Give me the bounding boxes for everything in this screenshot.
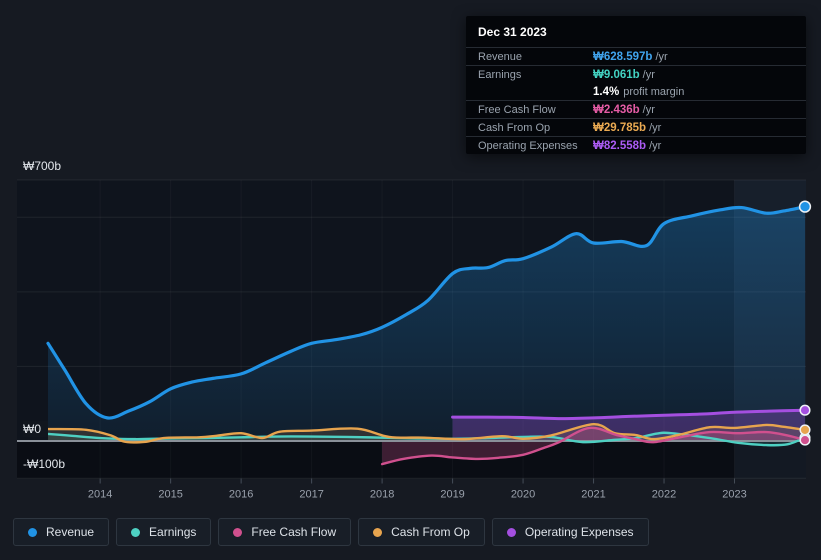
tooltip-profit-margin-value: 1.4% [593,86,620,98]
operating-expenses-endpoint-dot [799,404,811,416]
x-axis-label-2014: 2014 [88,489,112,501]
y-axis-label-neg100b: -₩100b [23,457,66,471]
tooltip-date: Dec 31 2023 [466,16,806,48]
chart-legend: Revenue Earnings Free Cash Flow Cash Fro… [13,518,649,546]
legend-label-earnings: Earnings [149,525,197,539]
legend-item-operating-expenses[interactable]: Operating Expenses [491,518,649,546]
tooltip-label-free-cash-flow: Free Cash Flow [478,104,556,116]
x-axis-label-2020: 2020 [511,489,535,501]
legend-label-operating-expenses: Operating Expenses [524,525,634,539]
tooltip-unit-operating-expenses: /yr [649,140,662,152]
tooltip-row-earnings: Earnings ₩9.061b /yr 1.4% profit margin [466,65,806,100]
tooltip-unit-revenue: /yr [655,51,668,63]
free-cash-flow-dot-icon [233,527,243,537]
x-axis-label-2018: 2018 [370,489,394,501]
revenue-endpoint-dot [798,200,812,213]
y-axis-label-700b: ₩700b [23,159,62,173]
x-axis-label-2021: 2021 [581,489,605,501]
tooltip-unit-cash-from-op: /yr [649,122,662,134]
chart-tooltip: Dec 31 2023 Revenue ₩628.597b /yr Earnin… [466,16,806,154]
y-axis-label-zero: ₩0 [23,421,48,437]
legend-label-cash-from-op: Cash From Op [391,525,470,539]
financials-history-panel: 2014 2015 2016 2017 2018 2019 2020 2021 2022 2023… [0,0,821,560]
legend-label-revenue: Revenue [46,525,95,539]
tooltip-value-cash-from-op: ₩29.785b [593,122,647,134]
x-axis-label-2016: 2016 [229,489,253,501]
tooltip-unit-earnings: /yr [642,69,655,81]
tooltip-unit-free-cash-flow: /yr [642,104,655,116]
x-axis-label-2023: 2023 [722,489,746,501]
legend-label-free-cash-flow: Free Cash Flow [251,525,337,539]
tooltip-profit-margin-text: profit margin [623,86,685,98]
x-axis-label-2015: 2015 [158,489,182,501]
x-axis-label-2019: 2019 [440,489,464,501]
tooltip-value-free-cash-flow: ₩2.436b [593,104,640,116]
cash-from-op-dot-icon [373,527,383,537]
tooltip-label-earnings: Earnings [478,69,522,81]
legend-item-earnings[interactable]: Earnings [116,518,212,546]
cash-from-op-endpoint-dot [799,424,811,436]
tooltip-label-operating-expenses: Operating Expenses [478,140,578,152]
earnings-dot-icon [131,527,141,537]
tooltip-row-operating-expenses: Operating Expenses ₩82.558b /yr [466,136,806,154]
tooltip-label-revenue: Revenue [478,51,523,63]
revenue-dot-icon [28,527,37,537]
tooltip-value-operating-expenses: ₩82.558b [593,140,647,152]
tooltip-row-cash-from-op: Cash From Op ₩29.785b /yr [466,118,806,136]
tooltip-value-revenue: ₩628.597b [593,51,653,63]
tooltip-row-revenue: Revenue ₩628.597b /yr [466,48,806,65]
x-axis-label-2017: 2017 [299,489,323,501]
legend-item-revenue[interactable]: Revenue [13,518,110,546]
tooltip-value-earnings: ₩9.061b [593,69,640,81]
x-axis-label-2022: 2022 [652,489,676,501]
operating-expenses-dot-icon [506,527,516,537]
legend-item-free-cash-flow[interactable]: Free Cash Flow [218,518,352,546]
free-cash-flow-endpoint-dot [799,434,811,446]
legend-item-cash-from-op[interactable]: Cash From Op [358,518,485,546]
tooltip-label-cash-from-op: Cash From Op [478,122,551,134]
tooltip-row-free-cash-flow: Free Cash Flow ₩2.436b /yr [466,100,806,118]
